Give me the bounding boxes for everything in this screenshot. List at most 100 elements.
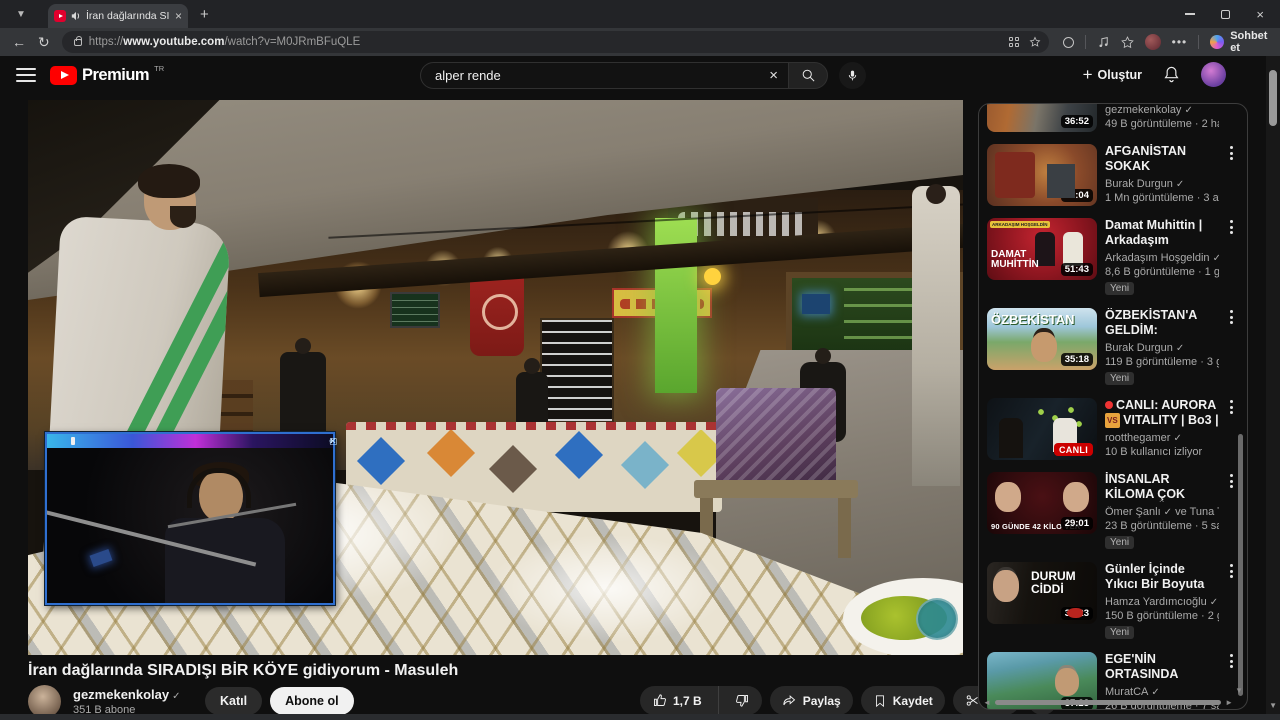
extensions-star-icon[interactable]: [1120, 35, 1134, 49]
favorite-star-icon[interactable]: [1029, 36, 1041, 48]
duration-badge: 35:18: [1060, 353, 1093, 366]
video-thumbnail[interactable]: ARKADAŞIM HOŞGELDİN DAMAT MUHİTTİN 51:43: [987, 218, 1097, 280]
tab-search-chevron-icon[interactable]: ▼: [8, 5, 34, 23]
related-video-item[interactable]: DURUM CİDDİ 32:23 Günler İçinde Yıkıcı B…: [987, 562, 1233, 640]
channel-watermark: [916, 598, 958, 640]
browser-tab-strip: ▼ İran dağlarında SIRADIŞI BİR × + ×: [0, 0, 1280, 28]
share-icon: [783, 695, 795, 706]
video-meta: 1 Mn görüntüleme · 3 ay önce: [1105, 192, 1219, 204]
browser-tab[interactable]: İran dağlarında SIRADIŞI BİR ×: [48, 4, 188, 28]
search-icon: [802, 69, 814, 82]
menu-icon[interactable]: [16, 68, 36, 82]
video-thumbnail[interactable]: 90 GÜNDE 42 KİLO VER 29:01: [987, 472, 1097, 534]
related-video-item[interactable]: 90 GÜNDE 42 KİLO VER 29:01 İNSANLAR KİLO…: [987, 472, 1233, 550]
new-badge: Yeni: [1105, 536, 1135, 549]
window-bottom-edge: [0, 714, 1280, 720]
search-box[interactable]: ×: [420, 62, 788, 89]
browser-profile-avatar[interactable]: [1144, 34, 1161, 50]
video-title-text: CANLI: AURORA VS VITALITY | Bo3 | BLAST …: [1105, 398, 1219, 428]
video-channel: Hamza Yardımcıoğlu ✓: [1105, 596, 1219, 608]
related-video-item[interactable]: 38:04 AFGANİSTAN SOKAK YEMEKLERİNE ŞOK ……: [987, 144, 1233, 206]
url-text: https://www.youtube.com/watch?v=M0JRmBFu…: [88, 36, 361, 48]
subscribe-button[interactable]: Abone ol: [270, 687, 354, 715]
video-title-text: ÖZBEKİSTAN'A GELDİM: SOKAKLAR, YEMEKLER …: [1105, 308, 1197, 337]
person-silhouette: [912, 184, 960, 486]
video-thumbnail[interactable]: DURUM CİDDİ 32:23: [987, 562, 1097, 624]
like-dislike-pill: 1,7 B: [640, 686, 762, 715]
url-bar[interactable]: https://www.youtube.com/watch?v=M0JRmBFu…: [61, 31, 1049, 53]
video-channel: gezmekenkolay ✓: [1105, 104, 1193, 116]
youtube-masthead: Premium TR × + Oluştur: [0, 56, 1266, 96]
item-menu-icon[interactable]: [1230, 310, 1233, 324]
verified-icon: ✓: [1173, 433, 1182, 444]
duration-badge: 36:52: [1060, 115, 1093, 128]
video-title-text: Damat Muhittin | Arkadaşım Hoşgeldin: [1105, 218, 1203, 247]
search-input[interactable]: [435, 68, 764, 83]
scroll-down-icon[interactable]: ▼: [1235, 686, 1243, 695]
related-video-item[interactable]: ARKADAŞIM HOŞGELDİN DAMAT MUHİTTİN 51:43…: [987, 218, 1233, 296]
related-video-item[interactable]: ÖZBEKİSTAN 35:18 ÖZBEKİSTAN'A GELDİM: SO…: [987, 308, 1233, 386]
copilot-button[interactable]: Sohbet et: [1210, 30, 1280, 54]
video-thumbnail[interactable]: ÖZBEKİSTAN 35:18: [987, 308, 1097, 370]
save-button[interactable]: Kaydet: [860, 686, 945, 715]
window-restore-icon[interactable]: [1221, 9, 1231, 19]
create-button[interactable]: + Oluştur: [1083, 66, 1142, 83]
video-channel: rootthegamer ✓: [1105, 432, 1182, 444]
browser-menu-icon[interactable]: •••: [1172, 35, 1188, 49]
search-button[interactable]: [788, 62, 828, 89]
tab-audio-icon[interactable]: [71, 11, 81, 21]
duration-badge: 29:01: [1060, 517, 1093, 530]
facecam-overlay-window: + − ▢ ✕: [45, 432, 338, 605]
window-close-icon[interactable]: ×: [1256, 8, 1264, 21]
voice-search-button[interactable]: [839, 62, 866, 89]
new-tab-button[interactable]: +: [200, 6, 209, 23]
sidebar-horizontal-scrollbar[interactable]: ◄ ►: [983, 698, 1233, 707]
back-icon[interactable]: ←: [12, 34, 26, 50]
notifications-bell-icon[interactable]: [1162, 65, 1181, 84]
video-thumbnail[interactable]: CANLI: [987, 398, 1097, 460]
video-channel: MuratCA ✓: [1105, 686, 1160, 698]
video-player[interactable]: + − ▢ ✕: [28, 100, 963, 655]
wooden-bench: [686, 388, 866, 558]
scroll-right-icon[interactable]: ►: [1225, 698, 1233, 707]
refresh-icon[interactable]: ↻: [38, 34, 50, 51]
item-menu-icon[interactable]: [1230, 564, 1233, 578]
youtube-profile-avatar[interactable]: [1201, 62, 1226, 87]
verified-icon: ✓: [1175, 343, 1185, 354]
tab-close-icon[interactable]: ×: [175, 10, 182, 22]
video-channel: Burak Durgun ✓: [1105, 178, 1185, 190]
video-meta: 49 B görüntüleme · 2 hafta önce: [1105, 118, 1219, 130]
search-clear-icon[interactable]: ×: [769, 67, 778, 84]
share-button[interactable]: Paylaş: [769, 686, 853, 715]
vs-icon: VS: [1105, 413, 1120, 428]
youtube-premium-logo[interactable]: Premium TR: [50, 64, 164, 85]
join-button[interactable]: Katıl: [205, 687, 263, 715]
item-menu-icon[interactable]: [1230, 654, 1233, 668]
media-note-icon[interactable]: [1097, 36, 1110, 49]
like-button[interactable]: 1,7 B: [640, 693, 712, 708]
facecam-slider-knob: [71, 437, 75, 445]
item-menu-icon[interactable]: [1230, 474, 1233, 488]
page-scrollbar[interactable]: ▼: [1266, 56, 1280, 714]
window-minimize-icon[interactable]: [1185, 13, 1196, 15]
duration-badge: 51:43: [1060, 263, 1093, 276]
page-scroll-down-icon[interactable]: ▼: [1269, 701, 1277, 710]
related-video-item[interactable]: CANLI CANLI: AURORA VS VITALITY | Bo3 | …: [987, 398, 1233, 460]
channel-name[interactable]: gezmekenkolay ✓: [73, 687, 191, 702]
channel-avatar[interactable]: [28, 684, 61, 718]
dislike-button[interactable]: [725, 693, 762, 708]
item-menu-icon[interactable]: [1230, 400, 1233, 414]
verified-icon: ✓: [1209, 597, 1219, 608]
split-screen-icon[interactable]: [1008, 37, 1019, 47]
video-thumbnail[interactable]: 38:04: [987, 144, 1097, 206]
related-video-item[interactable]: 36:52 gezmekenkolay ✓ 49 B görüntüleme · …: [987, 104, 1233, 132]
window-controls: ×: [1185, 0, 1280, 28]
item-menu-icon[interactable]: [1230, 220, 1233, 234]
extension-ring-icon[interactable]: [1062, 36, 1074, 48]
video-thumbnail[interactable]: 36:52: [987, 104, 1097, 132]
sidebar-vertical-scrollbar[interactable]: [1238, 434, 1243, 696]
page-scrollbar-thumb[interactable]: [1269, 70, 1277, 126]
scroll-left-icon[interactable]: ◄: [983, 698, 991, 707]
video-meta: 23 B görüntüleme · 5 saat önce: [1105, 520, 1219, 532]
item-menu-icon[interactable]: [1230, 146, 1233, 160]
